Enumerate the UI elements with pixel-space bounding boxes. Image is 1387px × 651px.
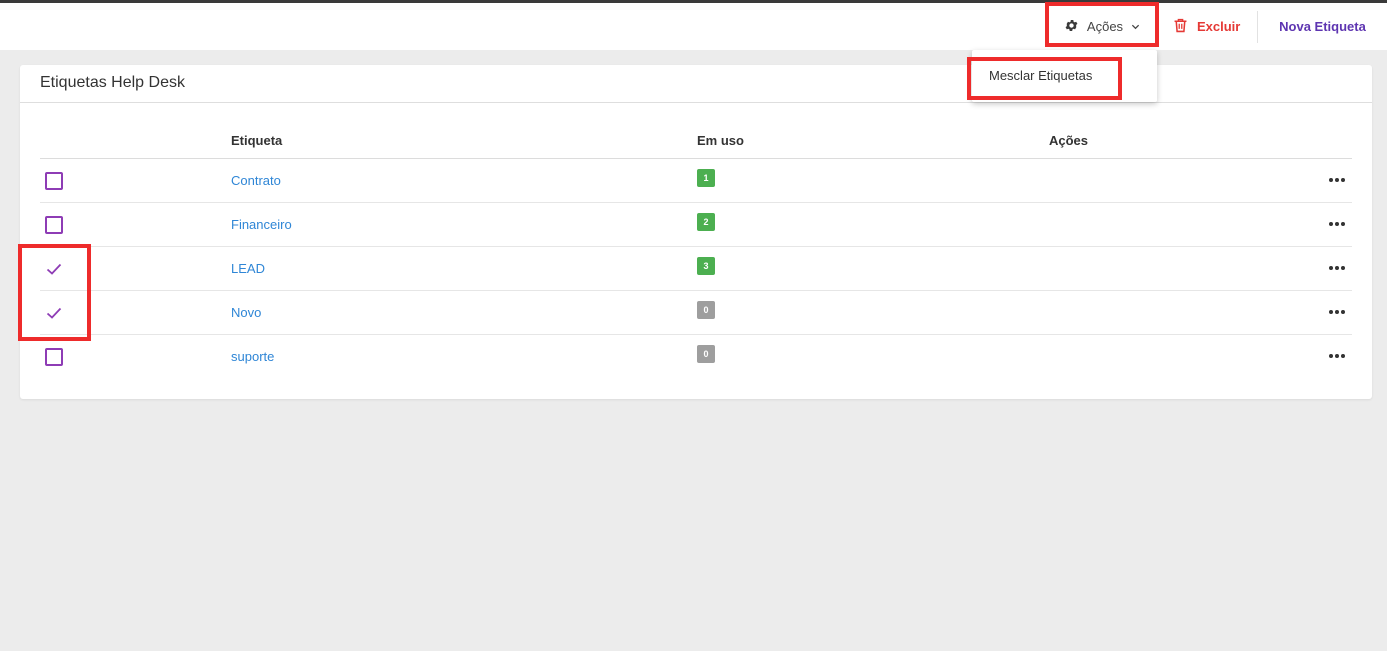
delete-button[interactable]: Excluir	[1172, 3, 1250, 50]
checkmark-icon	[46, 263, 62, 275]
gear-icon	[1064, 18, 1079, 36]
toolbar: Ações Excluir Nova Etiqueta	[0, 3, 1387, 50]
column-header-actions: Ações	[1049, 133, 1089, 148]
card-title: Etiquetas Help Desk	[40, 74, 185, 91]
table-row: LEAD 3	[40, 247, 1352, 291]
tag-link[interactable]: suporte	[231, 349, 274, 364]
usage-count-badge: 3	[697, 257, 715, 275]
more-options-icon[interactable]	[1326, 215, 1348, 233]
row-checkbox[interactable]	[45, 172, 63, 190]
row-checkbox-checked[interactable]	[44, 259, 64, 279]
tag-link[interactable]: LEAD	[231, 261, 265, 276]
usage-count-badge: 2	[697, 213, 715, 231]
tag-link[interactable]: Contrato	[231, 173, 281, 188]
tag-link[interactable]: Novo	[231, 305, 261, 320]
column-header-tag[interactable]: Etiqueta	[231, 133, 282, 148]
row-checkbox[interactable]	[45, 216, 63, 234]
trash-icon	[1172, 17, 1189, 37]
new-tag-button[interactable]: Nova Etiqueta	[1258, 3, 1387, 50]
usage-count-badge: 0	[697, 301, 715, 319]
tags-card: Etiquetas Help Desk Etiqueta Em uso Açõe…	[20, 65, 1372, 399]
table-row: Contrato 1	[40, 159, 1352, 203]
more-options-icon[interactable]	[1326, 259, 1348, 277]
actions-label: Ações	[1086, 19, 1124, 34]
checkmark-icon	[46, 307, 62, 319]
card-divider	[20, 102, 1372, 103]
actions-button[interactable]: Ações	[1048, 3, 1156, 50]
chevron-down-icon	[1131, 19, 1140, 34]
delete-label: Excluir	[1197, 19, 1241, 34]
menu-item-merge-tags[interactable]: Mesclar Etiquetas	[972, 58, 1157, 92]
usage-count-badge: 0	[697, 345, 715, 363]
row-checkbox[interactable]	[45, 348, 63, 366]
row-checkbox-checked[interactable]	[44, 303, 64, 323]
table-row: Financeiro 2	[40, 203, 1352, 247]
table-row: Novo 0	[40, 291, 1352, 335]
table-row: suporte 0	[40, 335, 1352, 379]
actions-dropdown-menu: Mesclar Etiquetas	[972, 50, 1157, 102]
more-options-icon[interactable]	[1326, 347, 1348, 365]
tag-link[interactable]: Financeiro	[231, 217, 292, 232]
usage-count-badge: 1	[697, 169, 715, 187]
more-options-icon[interactable]	[1326, 303, 1348, 321]
more-options-icon[interactable]	[1326, 171, 1348, 189]
column-header-in-use[interactable]: Em uso	[697, 133, 744, 148]
